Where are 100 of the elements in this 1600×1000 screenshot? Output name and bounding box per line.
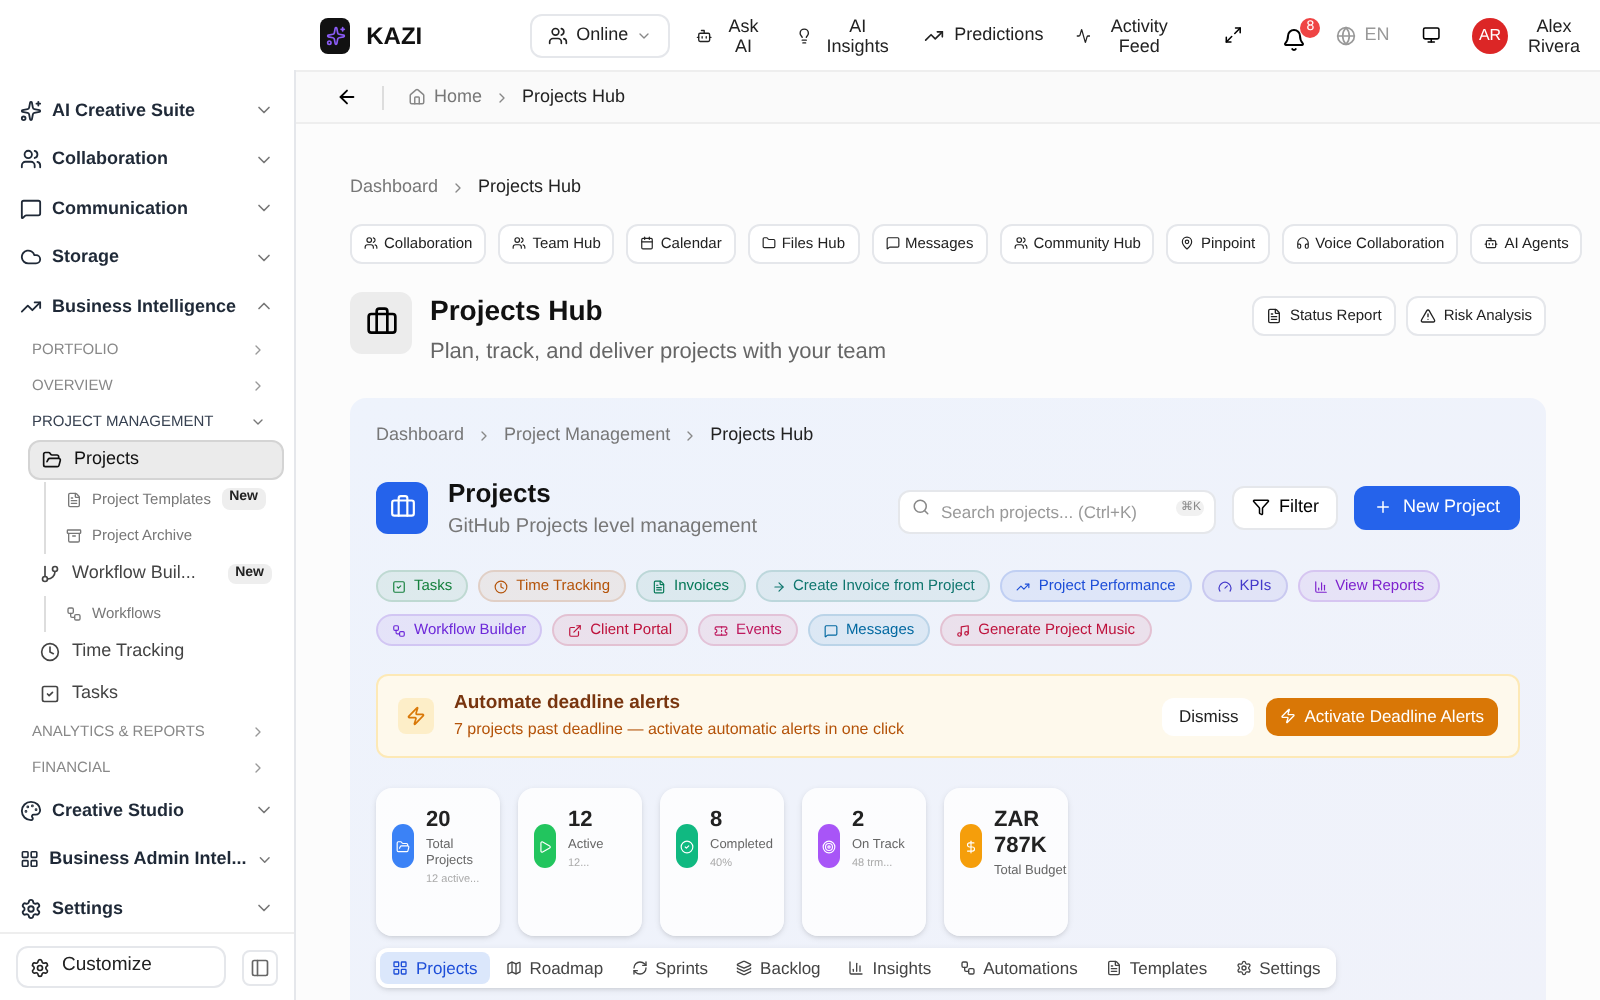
- breadcrumb-link[interactable]: Projects Hub: [478, 174, 582, 201]
- expand-icon[interactable]: [1223, 24, 1243, 46]
- monitor-icon[interactable]: [1421, 24, 1440, 46]
- workflow-icon: [392, 623, 406, 637]
- chevron-right-icon: [250, 760, 266, 776]
- filter-icon: [1252, 498, 1271, 517]
- activity-icon: [1075, 25, 1091, 45]
- stat-value: ZAR 787K: [994, 808, 1049, 860]
- lightning-icon: [398, 698, 434, 734]
- file-icon: [66, 491, 82, 507]
- refresh-icon: [631, 960, 648, 976]
- sparkles-icon: [20, 99, 42, 122]
- sidebar-group[interactable]: Storage: [12, 233, 282, 282]
- globe-icon: [1336, 25, 1357, 45]
- sidebar-group[interactable]: Settings: [12, 884, 282, 932]
- view-tab[interactable]: Roadmap: [493, 952, 616, 984]
- view-tab[interactable]: Insights: [836, 952, 944, 984]
- sidebar-group[interactable]: Business Intelligence: [12, 282, 282, 331]
- hub-title: Projects: [448, 475, 553, 512]
- file-icon: [652, 579, 666, 593]
- breadcrumb-link[interactable]: Projects Hub: [710, 422, 814, 449]
- trend-up-icon: [1016, 579, 1031, 593]
- view-tab[interactable]: Automations: [947, 952, 1090, 984]
- alert-title: Automate deadline alerts: [454, 689, 682, 718]
- view-tab[interactable]: Templates: [1093, 952, 1220, 984]
- briefcase-icon: [376, 481, 428, 534]
- checkbox-icon: [40, 683, 60, 703]
- breadcrumb-link[interactable]: Projects Hub: [522, 83, 626, 111]
- breadcrumb-link[interactable]: Dashboard: [350, 174, 439, 201]
- page-subtitle: Plan, track, and deliver projects with your team: [430, 337, 889, 367]
- sidebar-toggle-button[interactable]: [242, 949, 278, 985]
- robot-icon: [696, 25, 713, 45]
- sidebar-item[interactable]: Projects: [28, 440, 284, 480]
- headphones-icon: [1295, 236, 1310, 250]
- back-button[interactable]: [336, 86, 358, 108]
- palette-icon: [20, 799, 42, 822]
- music-icon: [956, 623, 971, 637]
- sidebar-item[interactable]: Time Tracking: [28, 632, 284, 672]
- view-tab[interactable]: Projects: [380, 952, 490, 984]
- view-tab[interactable]: Backlog: [724, 952, 833, 984]
- gauge-icon: [1217, 579, 1232, 593]
- plus-icon: [1374, 498, 1393, 517]
- sidebar-group[interactable]: Collaboration: [12, 135, 282, 184]
- user-avatar[interactable]: AR: [1472, 17, 1508, 53]
- nav-button[interactable]: AI Insights: [790, 15, 899, 55]
- clock-icon: [494, 579, 509, 593]
- cloud-icon: [20, 246, 42, 269]
- chat-icon: [823, 623, 838, 637]
- user-name: Alex Rivera: [1525, 15, 1582, 55]
- stat-value: 12: [568, 808, 595, 834]
- archive-icon: [66, 527, 82, 543]
- hub-subtitle: GitHub Projects level management: [448, 514, 760, 542]
- bell-icon: [1282, 28, 1307, 52]
- arrow-right-icon: [771, 579, 786, 593]
- new-project-button[interactable]: New Project: [1354, 485, 1520, 530]
- sidebar-group[interactable]: AI Creative Suite: [12, 86, 282, 135]
- map-pin-icon: [1180, 236, 1195, 250]
- dismiss-button[interactable]: Dismiss: [1162, 697, 1255, 735]
- chevron-right-icon: [250, 724, 266, 740]
- ticket-icon: [714, 623, 728, 637]
- sidebar-item[interactable]: Tasks: [28, 673, 284, 713]
- page-title: Projects Hub: [430, 291, 605, 327]
- sidebar-group[interactable]: Communication: [12, 184, 282, 233]
- briefcase-icon: [350, 291, 412, 353]
- external-link-icon: [568, 623, 583, 637]
- clock-icon: [40, 642, 60, 662]
- file-icon: [1105, 960, 1122, 976]
- view-tab[interactable]: Sprints: [619, 952, 721, 984]
- nav-button[interactable]: Predictions: [918, 21, 1050, 49]
- sidebar-group[interactable]: Business Admin Intel...: [12, 835, 282, 884]
- app-name: KAZI: [366, 19, 423, 53]
- workflow-icon: [959, 960, 976, 976]
- alert-text: 7 projects past deadline — activate automatic alerts in one click: [454, 718, 907, 743]
- sidebar-group[interactable]: Creative Studio: [12, 786, 282, 835]
- status-dropdown[interactable]: Online: [530, 13, 671, 57]
- view-tab[interactable]: Settings: [1223, 952, 1333, 984]
- users-icon: [548, 25, 569, 45]
- settings-icon: [20, 897, 42, 920]
- breadcrumb-link[interactable]: Home: [434, 83, 483, 111]
- filter-button[interactable]: Filter: [1232, 485, 1339, 530]
- robot-icon: [1484, 236, 1499, 250]
- nav-button[interactable]: Ask AI: [690, 15, 771, 55]
- folder-icon: [761, 236, 776, 250]
- logo-icon: [320, 17, 351, 53]
- nav-button[interactable]: Activity Feed: [1069, 15, 1184, 55]
- panel-icon: [250, 957, 270, 977]
- lightbulb-icon: [796, 25, 813, 45]
- breadcrumb-link[interactable]: Dashboard: [376, 422, 465, 449]
- stat-value: 8: [710, 808, 725, 834]
- document-icon: [1265, 307, 1282, 323]
- checkbox-icon: [392, 579, 406, 593]
- search-icon: [912, 498, 931, 517]
- users-icon: [1013, 236, 1028, 250]
- breadcrumb-link[interactable]: Project Management: [504, 422, 671, 449]
- customize-button[interactable]: Customize: [16, 946, 226, 988]
- users-icon: [512, 236, 527, 250]
- bar-chart-icon: [1313, 579, 1328, 593]
- users-icon: [364, 236, 378, 250]
- lightning-icon: [1280, 708, 1297, 724]
- chevron-right-icon: [250, 377, 266, 393]
